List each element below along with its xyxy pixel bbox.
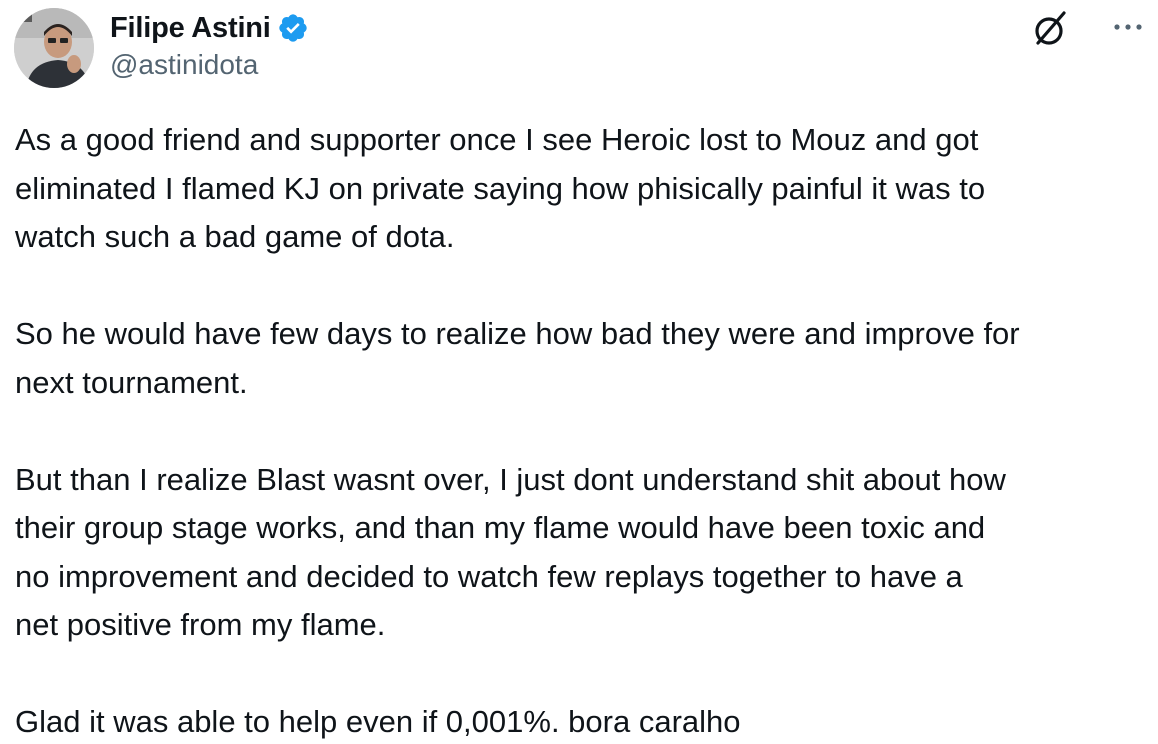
tweet-paragraph: So he would have few days to realize how… <box>15 310 1145 407</box>
verified-badge-icon[interactable] <box>277 12 309 44</box>
tweet-card: Filipe Astini @astinidota As a good frie… <box>0 0 1158 744</box>
grok-icon[interactable] <box>1030 9 1070 49</box>
tweet-line: their group stage works, and than my fla… <box>15 510 986 545</box>
author-name-row: Filipe Astini <box>110 8 309 48</box>
tweet-line: no improvement and decided to watch few … <box>15 558 963 594</box>
tweet-line: next tournament. <box>15 364 248 400</box>
tweet-line: But than I realize Blast wasnt over, I j… <box>15 461 1006 497</box>
tweet-line: watch such a bad game of dota. <box>15 219 455 254</box>
tweet-line: eliminated I flamed KJ on private saying… <box>15 170 986 206</box>
tweet-paragraph: Glad it was able to help even if 0,001%.… <box>15 698 1145 744</box>
author-display-name[interactable]: Filipe Astini <box>110 12 271 45</box>
more-options-icon[interactable] <box>1110 9 1146 45</box>
tweet-line: As a good friend and supporter once I se… <box>15 122 979 157</box>
tweet-paragraph: As a good friend and supporter once I se… <box>15 116 1145 262</box>
author-handle[interactable]: @astinidota <box>110 49 258 81</box>
tweet-text: As a good friend and supporter once I se… <box>15 116 1145 744</box>
avatar-image <box>14 8 94 88</box>
tweet-line: So he would have few days to realize how… <box>15 316 1020 351</box>
author-avatar[interactable] <box>14 8 94 88</box>
tweet-line: net positive from my flame. <box>15 607 386 642</box>
tweet-paragraph: But than I realize Blast wasnt over, I j… <box>15 456 1145 650</box>
tweet-line: Glad it was able to help even if 0,001%.… <box>15 704 741 739</box>
